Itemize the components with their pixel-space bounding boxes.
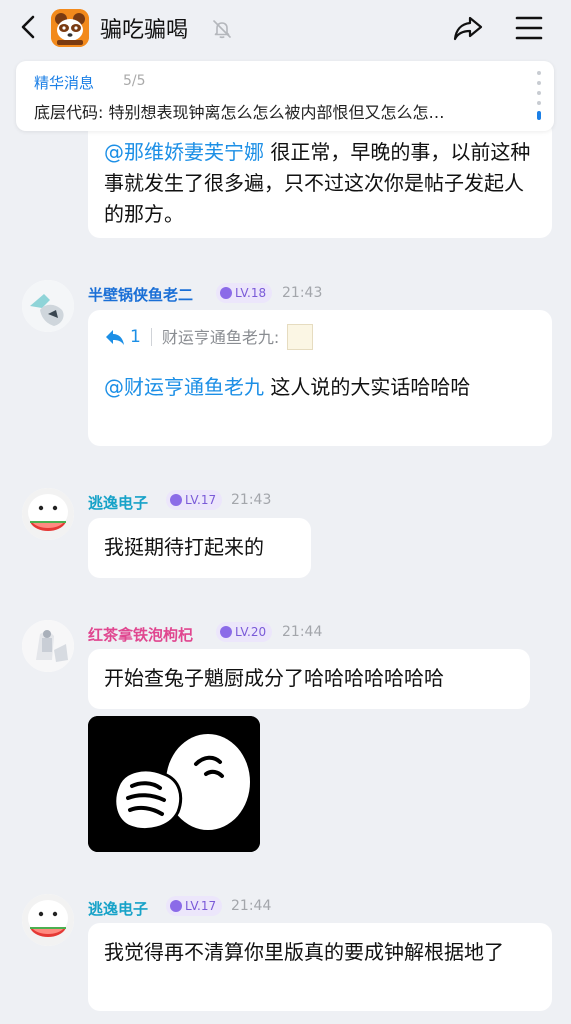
mention-link[interactable]: @财运亨通鱼老九 [104, 375, 264, 399]
message-bubble[interactable]: 1 财运亨通鱼老九: @财运亨通鱼老九 这人说的大实话哈哈哈 [88, 310, 552, 446]
message-text: 我觉得再不清算你里版真的要成钟解根据地了 [104, 940, 504, 964]
mention-link[interactable]: @那维娇妻芙宁娜 [104, 140, 264, 164]
chevron-left-icon[interactable] [14, 12, 44, 42]
message-bubble[interactable]: @那维娇妻芙宁娜 很正常，早晚的事，以前这种事就发生了很多遍，只不过这次你是帖子… [88, 120, 552, 238]
essence-message-panel[interactable]: 精华消息 5/5 底层代码: 特别想表现钟离怎么怎么被内部恨但又怎么怎… [16, 61, 554, 131]
level-text: LV.18 [235, 286, 267, 300]
message-text: 这人说的大实话哈哈哈 [264, 375, 471, 399]
essence-text: 底层代码: 特别想表现钟离怎么怎么被内部恨但又怎么怎… [34, 103, 445, 122]
reply-target-name: 财运亨通鱼老九: [161, 327, 280, 347]
essence-page-indicator [535, 71, 543, 125]
level-text: LV.17 [185, 899, 217, 913]
message-bubble[interactable]: 我觉得再不清算你里版真的要成钟解根据地了 [88, 923, 552, 1011]
bell-off-icon [213, 20, 231, 39]
message-time: 21:44 [231, 898, 272, 914]
reply-arrow-icon [106, 330, 124, 345]
avatar[interactable] [22, 488, 74, 540]
message-bubble[interactable]: 开始查兔子魈厨成分了哈哈哈哈哈哈哈 [88, 649, 530, 709]
avatar[interactable] [22, 280, 74, 332]
group-title: 骗吃骗喝 [100, 18, 189, 43]
level-badge: LV.18 [216, 283, 273, 303]
level-badge: LV.17 [166, 490, 223, 510]
sender-nickname[interactable]: 红茶拿铁泡枸杞 [88, 624, 193, 645]
message-bubble[interactable]: 我挺期待打起来的 [88, 518, 311, 578]
message-content: @财运亨通鱼老九 这人说的大实话哈哈哈 [104, 372, 536, 403]
level-text: LV.17 [185, 493, 217, 507]
level-gem-icon [220, 287, 232, 299]
level-badge: LV.20 [216, 622, 273, 642]
divider [150, 328, 152, 346]
share-arrow-icon[interactable] [452, 13, 484, 43]
sender-nickname[interactable]: 半壁锅侠鱼老二 [88, 284, 193, 305]
reply-count: 1 [130, 326, 141, 347]
reply-image-thumbnail[interactable] [287, 324, 314, 350]
message-time: 21:43 [282, 285, 323, 301]
top-bar: 骗吃骗喝 [0, 0, 571, 58]
group-avatar[interactable] [51, 9, 89, 47]
avatar[interactable] [22, 894, 74, 946]
essence-title: 精华消息 [34, 74, 95, 92]
sticker-image[interactable] [88, 716, 260, 852]
level-badge: LV.17 [166, 896, 223, 916]
message-text: 我挺期待打起来的 [104, 535, 264, 559]
sender-nickname[interactable]: 逃逸电子 [88, 898, 148, 919]
message-text: 开始查兔子魈厨成分了哈哈哈哈哈哈哈 [104, 666, 444, 690]
avatar[interactable] [22, 620, 74, 672]
message-time: 21:44 [282, 624, 323, 640]
essence-count: 5/5 [123, 73, 146, 89]
level-gem-icon [220, 626, 232, 638]
hamburger-menu-icon[interactable] [514, 13, 544, 43]
level-gem-icon [170, 494, 182, 506]
reply-quote[interactable]: 1 财运亨通鱼老九: [104, 324, 314, 350]
message-time: 21:43 [231, 492, 272, 508]
sender-nickname[interactable]: 逃逸电子 [88, 492, 148, 513]
level-gem-icon [170, 900, 182, 912]
level-text: LV.20 [235, 625, 267, 639]
